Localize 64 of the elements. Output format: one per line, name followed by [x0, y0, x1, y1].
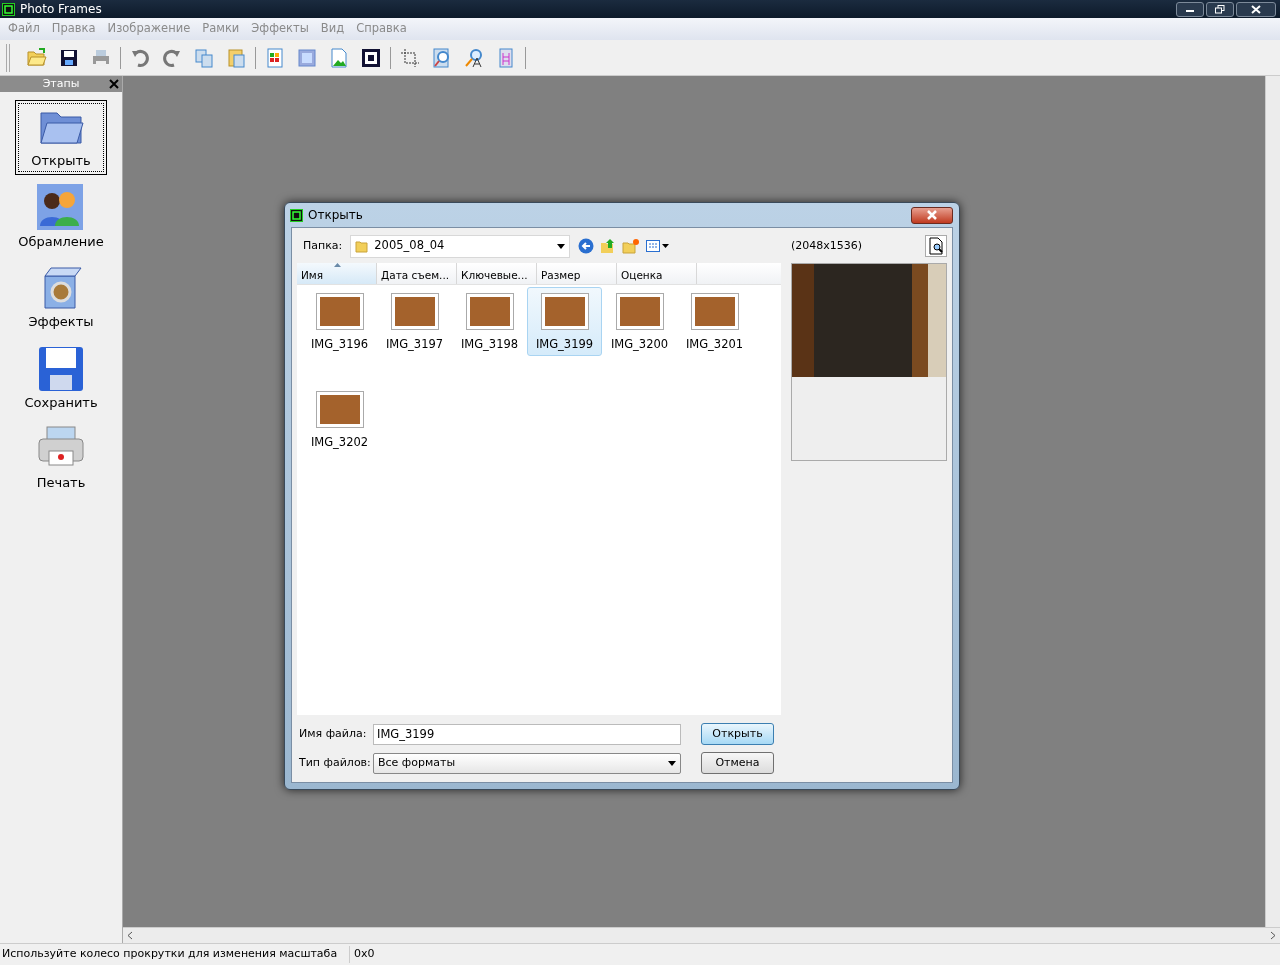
sort-caret-icon	[334, 263, 341, 267]
status-coordinates: 0x0	[353, 946, 375, 963]
close-icon[interactable]	[109, 79, 119, 89]
dropdown-arrow-icon	[557, 243, 566, 249]
dropdown-arrow-icon	[668, 760, 676, 766]
restore-icon	[1215, 4, 1225, 14]
horizontal-scrollbar[interactable]	[123, 927, 1280, 943]
close-button[interactable]	[1236, 1, 1276, 17]
file-item[interactable]: IMG_3201	[677, 287, 752, 356]
file-item[interactable]: IMG_3196	[302, 287, 377, 356]
toolbar-button[interactable]	[463, 46, 485, 69]
new-folder-icon[interactable]	[622, 238, 641, 254]
crop-icon	[399, 46, 421, 69]
app-logo-icon	[2, 2, 15, 16]
stage-button[interactable]: Сохранить	[15, 341, 107, 416]
stage-button[interactable]: Эффекты	[15, 261, 107, 336]
close-icon	[926, 210, 938, 220]
stage-button[interactable]: Обрамление	[15, 180, 107, 255]
panel-title: Этапы	[42, 75, 80, 92]
app-logo-icon	[290, 208, 303, 222]
dialog-button[interactable]: Отмена	[701, 752, 774, 774]
stage-button[interactable]: Открыть	[15, 100, 107, 175]
filetype-dropdown[interactable]: Все форматы	[373, 752, 681, 774]
status-message: Используйте колесо прокрутки для изменения масштаба	[0, 946, 350, 963]
filename-field[interactable]: IMG_3199	[373, 723, 681, 745]
close-button[interactable]	[911, 206, 953, 224]
file-item[interactable]: IMG_3197	[377, 287, 452, 356]
field-label: Тип файлов:	[299, 754, 372, 771]
column-header[interactable]: Дата съем...	[377, 263, 457, 284]
file-item[interactable]: IMG_3202	[302, 385, 377, 454]
clipboard-icon	[225, 46, 247, 69]
gradient-square-icon	[296, 46, 318, 69]
image-dimensions: (2048x1536)	[791, 237, 863, 254]
window-title: Photo Frames	[20, 1, 102, 18]
copy-pages-icon	[193, 46, 215, 69]
dialog-button[interactable]: Открыть	[701, 723, 774, 745]
minimize-button[interactable]	[1176, 1, 1204, 17]
dialog-title: Открыть	[308, 207, 363, 224]
field-label: Имя файла:	[299, 725, 368, 742]
preview-button[interactable]	[925, 235, 947, 257]
column-header[interactable]: Размер	[537, 263, 617, 284]
file-item[interactable]: IMG_3199	[527, 287, 602, 356]
people-icon	[37, 183, 85, 232]
photo-placeholder	[541, 293, 588, 329]
page-magnifier-icon	[928, 237, 944, 255]
folder-icon	[355, 239, 370, 253]
folder-dropdown[interactable]: 2005_08_04	[350, 234, 571, 258]
folder-up-icon[interactable]	[600, 238, 617, 254]
file-item[interactable]: IMG_3200	[602, 287, 677, 356]
toolbar-button[interactable]	[360, 46, 382, 69]
close-icon	[1251, 4, 1261, 14]
stage-button[interactable]: Печать	[15, 422, 107, 497]
view-menu-icon[interactable]	[646, 239, 671, 253]
restore-button[interactable]	[1206, 1, 1234, 17]
frame-icon	[360, 46, 382, 69]
color-grid-icon	[264, 46, 286, 69]
text-magnifier-icon	[463, 46, 485, 69]
column-header[interactable]: Имя	[297, 263, 377, 284]
column-header[interactable]: Оценка	[617, 263, 697, 284]
open-folder-icon	[26, 46, 48, 69]
picture-icon	[328, 46, 350, 69]
column-header[interactable]: Ключевые...	[457, 263, 537, 284]
field-label: Папка:	[303, 237, 343, 254]
file-item[interactable]: IMG_3198	[452, 287, 527, 356]
